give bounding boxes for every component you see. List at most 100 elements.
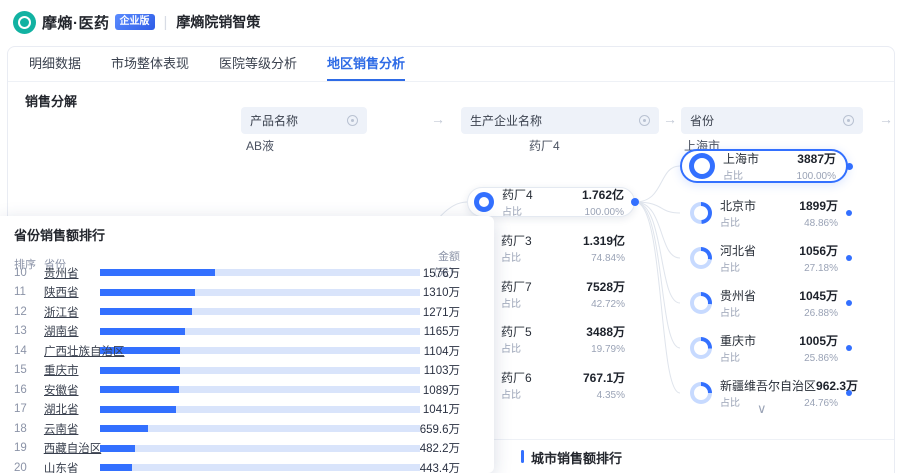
ranking-row: 17湖北省1041万	[0, 400, 494, 420]
city-ranking-title: 城市销售额排行	[531, 448, 622, 467]
node-name: 河北省	[720, 242, 756, 259]
share-label: 占比	[501, 340, 521, 355]
flow-arrow-icon: →	[879, 111, 893, 127]
brand-name: 摩熵·医药	[42, 12, 110, 33]
filter-clear-icon[interactable]	[639, 115, 650, 126]
province-link[interactable]: 浙江省	[44, 304, 100, 320]
node-name: 新疆维吾尔自治区	[720, 377, 816, 394]
sales-bar-fill	[100, 328, 185, 335]
tabs-divider	[8, 81, 894, 82]
node-amount: 1899万	[799, 197, 838, 214]
ranking-row: 14广西壮族自治区1104万	[0, 341, 494, 361]
province-node[interactable]: 北京市1899万占比48.86%	[680, 196, 848, 230]
filter-box[interactable]: 生产企业名称	[461, 107, 659, 134]
province-link[interactable]: 西藏自治区	[44, 440, 100, 456]
filter-box[interactable]: 产品名称	[241, 107, 367, 134]
product-title: 摩熵院销智策	[176, 12, 260, 32]
province-link[interactable]: 广西壮族自治区	[44, 343, 100, 359]
rank-number: 10	[14, 267, 44, 279]
rank-number: 13	[14, 325, 44, 337]
province-node[interactable]: 上海市3887万占比100.00%	[680, 149, 848, 183]
sales-bar-fill	[100, 464, 132, 471]
sales-bar	[100, 406, 420, 413]
connector-dot	[846, 300, 852, 306]
province-node[interactable]: 新疆维吾尔自治区962.3万占比24.76%	[680, 376, 848, 410]
sales-bar	[100, 328, 420, 335]
connector-dot	[846, 390, 852, 396]
share-value: 42.72%	[591, 299, 625, 310]
share-label: 占比	[720, 349, 740, 364]
node-name: 药厂6	[501, 369, 532, 386]
rank-number: 18	[14, 423, 44, 435]
province-link[interactable]: 山东省	[44, 460, 100, 473]
sales-bar	[100, 445, 420, 452]
city-section-accent	[521, 450, 524, 463]
filter-selected-value: AB液	[246, 137, 274, 154]
node-amount: 3887万	[797, 150, 836, 167]
filter-box[interactable]: 省份	[681, 107, 863, 134]
share-donut-icon	[690, 382, 712, 404]
ranking-row: 16安徽省 1089万	[0, 380, 494, 400]
sales-bar	[100, 347, 420, 354]
ranking-row: 18云南省659.6万	[0, 419, 494, 439]
share-label: 占比	[720, 394, 740, 409]
node-amount: 1056万	[799, 242, 838, 259]
node-amount: 1045万	[799, 287, 838, 304]
province-link[interactable]: 重庆市	[44, 362, 100, 378]
rank-number: 19	[14, 442, 44, 454]
ranking-rows: 10贵州省1576万11陕西省1310万12浙江省1271万13湖南省1165万…	[0, 263, 494, 473]
rank-number: 20	[14, 462, 44, 473]
province-link[interactable]: 湖南省	[44, 323, 100, 339]
province-node[interactable]: 贵州省1045万占比26.88%	[680, 286, 848, 320]
share-label: 占比	[723, 167, 743, 182]
ranking-row: 12浙江省1271万	[0, 302, 494, 322]
nav-tabs: 明细数据市场整体表现医院等级分析地区销售分析	[29, 47, 405, 81]
sales-amount: 443.4万	[420, 460, 494, 473]
sales-bar	[100, 464, 420, 471]
share-value: 100.00%	[797, 171, 836, 182]
panel-title: 省份销售额排行	[14, 225, 105, 244]
ranking-row: 19西藏自治区 482.2万	[0, 439, 494, 459]
share-donut-icon	[474, 192, 494, 212]
node-name: 北京市	[720, 197, 756, 214]
province-link[interactable]: 安徽省	[44, 382, 100, 398]
province-link[interactable]: 贵州省	[44, 265, 100, 281]
province-node[interactable]: 重庆市1005万占比25.86%	[680, 331, 848, 365]
province-link[interactable]: 陕西省	[44, 284, 100, 300]
sales-bar	[100, 367, 420, 374]
nav-tab[interactable]: 市场整体表现	[111, 47, 189, 81]
rank-number: 12	[14, 306, 44, 318]
ranking-row: 20山东省 443.4万	[0, 458, 494, 473]
manufacturer-node[interactable]: 药厂41.762亿占比100.00%	[467, 187, 635, 217]
nav-tab[interactable]: 医院等级分析	[219, 47, 297, 81]
share-label: 占比	[720, 214, 740, 229]
sales-amount: 482.2万	[420, 440, 494, 456]
page: 摩熵·医药 企业版 | 摩熵院销智策 明细数据市场整体表现医院等级分析地区销售分…	[0, 0, 902, 473]
province-node[interactable]: 河北省1056万占比27.18%	[680, 241, 848, 275]
share-donut-icon	[690, 202, 712, 224]
sales-amount: 1089万	[420, 382, 494, 398]
sales-amount: 1310万	[420, 284, 494, 300]
filter-clear-icon[interactable]	[843, 115, 854, 126]
filter-clear-icon[interactable]	[347, 115, 358, 126]
rank-number: 16	[14, 384, 44, 396]
sales-bar-fill	[100, 367, 180, 374]
province-link[interactable]: 云南省	[44, 421, 100, 437]
sales-amount: 1165万	[420, 323, 494, 339]
rank-number: 15	[14, 364, 44, 376]
rank-number: 17	[14, 403, 44, 415]
node-name: 贵州省	[720, 287, 756, 304]
connector-dot	[846, 210, 852, 216]
ranking-row: 15重庆市1103万	[0, 361, 494, 381]
app-header: 摩熵·医药 企业版 | 摩熵院销智策	[0, 0, 902, 44]
ranking-row: 11陕西省 1310万	[0, 283, 494, 303]
nav-tab[interactable]: 地区销售分析	[327, 47, 405, 81]
rank-number: 11	[14, 286, 44, 298]
nav-tab[interactable]: 明细数据	[29, 47, 81, 81]
node-amount: 1.319亿	[583, 232, 625, 249]
share-donut-icon	[690, 292, 712, 314]
sales-bar	[100, 269, 420, 276]
province-link[interactable]: 湖北省	[44, 401, 100, 417]
sales-bar-fill	[100, 386, 179, 393]
share-value: 100.00%	[585, 207, 624, 218]
